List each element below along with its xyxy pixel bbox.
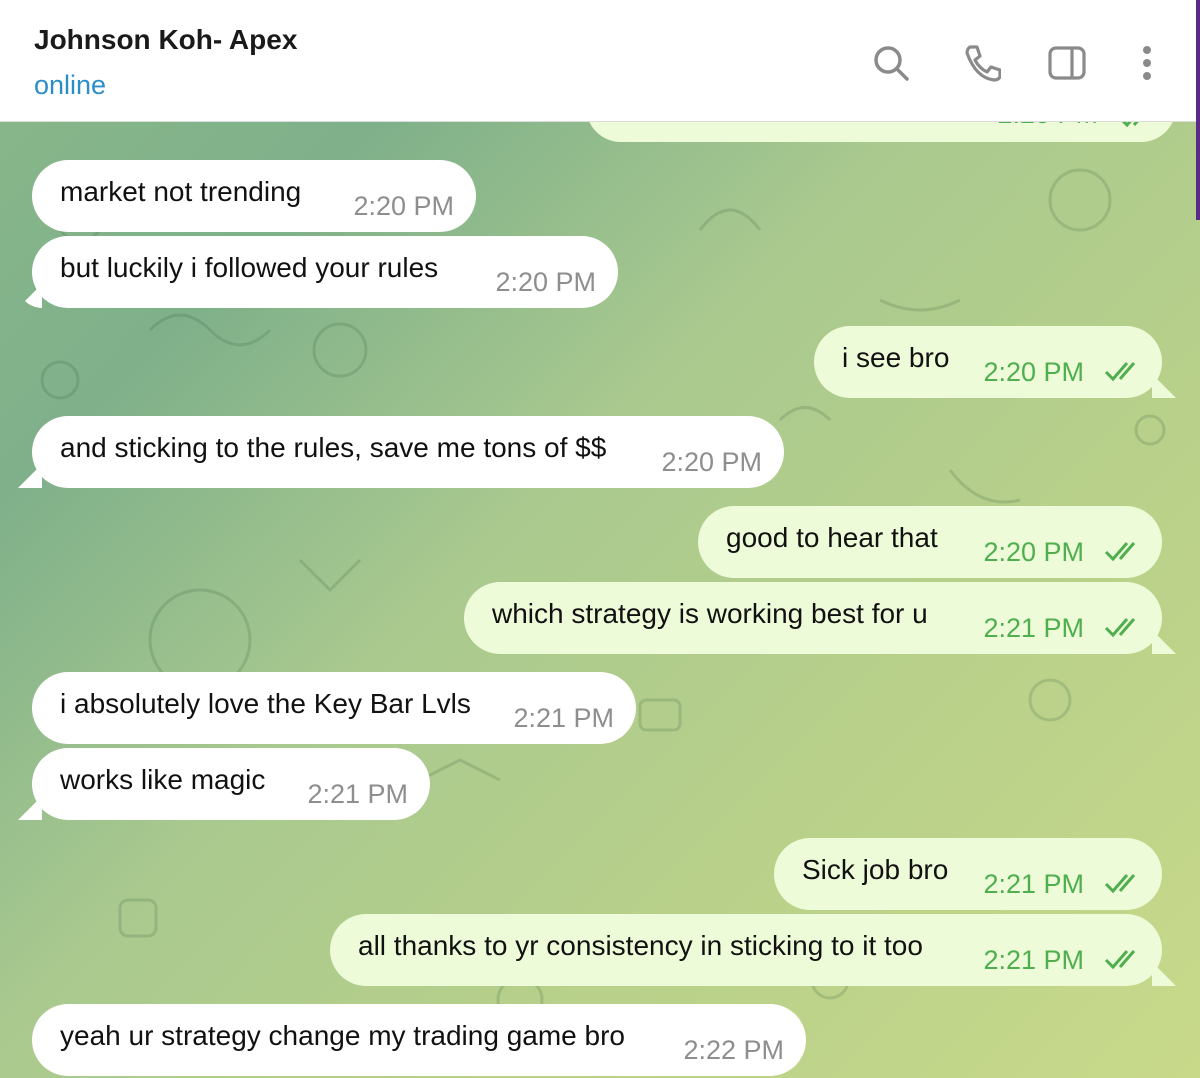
window-edge: [1196, 0, 1200, 220]
message-text: but luckily i followed your rules: [60, 252, 439, 283]
search-icon[interactable]: [868, 40, 914, 86]
message-time: 2:20 PM: [353, 191, 454, 221]
message-bubble-incoming[interactable]: yeah ur strategy change my trading game …: [32, 1004, 806, 1076]
message-time: 2:21 PM: [513, 703, 614, 733]
message-text: Sick job bro: [802, 854, 949, 885]
message-text: good to hear that: [726, 522, 938, 553]
read-receipt-icon: [1104, 874, 1136, 894]
message-bubble-incoming[interactable]: market not trending 2:20 PM: [32, 160, 476, 232]
message-time: 2:21 PM: [307, 779, 408, 809]
message-bubble-incoming[interactable]: and sticking to the rules, save me tons …: [32, 416, 784, 488]
message-bubble-outgoing[interactable]: i see bro 2:20 PM: [814, 326, 1162, 398]
sidebar-toggle-icon[interactable]: [1044, 40, 1090, 86]
message-text: and sticking to the rules, save me tons …: [60, 432, 607, 463]
message-time: 2:21 PM: [983, 945, 1084, 975]
message-time: 2:21 PM: [983, 869, 1084, 899]
message-bubble-incoming[interactable]: i absolutely love the Key Bar Lvls 2:21 …: [32, 672, 636, 744]
message-time: 2:20 PM: [661, 447, 762, 477]
message-bubble-outgoing[interactable]: all thanks to yr consistency in sticking…: [330, 914, 1162, 986]
contact-name[interactable]: Johnson Koh- Apex: [34, 24, 297, 56]
contact-status: online: [34, 70, 107, 100]
message-bubble-outgoing[interactable]: good to hear that 2:20 PM: [698, 506, 1162, 578]
message-bubble-outgoing[interactable]: which strategy is working best for u 2:2…: [464, 582, 1162, 654]
message-text: market not trending: [60, 176, 302, 207]
more-options-icon[interactable]: [1124, 40, 1170, 86]
message-time: 2:20 PM: [983, 537, 1084, 567]
message-text: yeah ur strategy change my trading game …: [60, 1020, 625, 1051]
message-text: i absolutely love the Key Bar Lvls: [60, 688, 471, 719]
message-time: 2:21 PM: [983, 613, 1084, 643]
message-time: 2:20 PM: [495, 267, 596, 297]
phone-icon[interactable]: [958, 40, 1004, 86]
chat-header: Johnson Koh- Apex online: [0, 0, 1196, 122]
read-receipt-icon: [1104, 542, 1136, 562]
message-time: 2:20 PM: [983, 357, 1084, 387]
message-bubble-incoming[interactable]: but luckily i followed your rules 2:20 P…: [32, 236, 618, 308]
message-text: i see bro: [842, 342, 950, 373]
chat-window: 2:20 PM Johnson Koh- Apex online market …: [0, 0, 1200, 1078]
message-text: which strategy is working best for u: [492, 598, 928, 629]
message-time: 2:22 PM: [683, 1035, 784, 1065]
read-receipt-icon: [1104, 950, 1136, 970]
read-receipt-icon: [1104, 618, 1136, 638]
message-text: all thanks to yr consistency in sticking…: [358, 930, 923, 961]
read-receipt-icon: [1104, 362, 1136, 382]
message-bubble-incoming[interactable]: works like magic 2:21 PM: [32, 748, 430, 820]
message-bubble-outgoing[interactable]: Sick job bro 2:21 PM: [774, 838, 1162, 910]
message-text: works like magic: [60, 764, 266, 795]
